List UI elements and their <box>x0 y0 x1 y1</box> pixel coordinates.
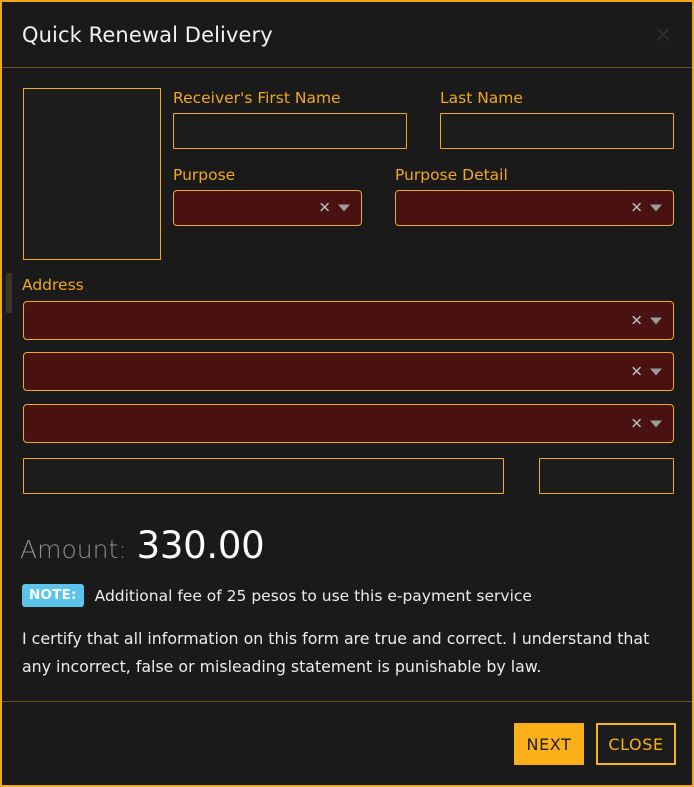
purpose-dropdown[interactable]: ✕ <box>173 190 362 226</box>
amount-row: Amount: 330.00 <box>20 524 265 567</box>
next-button[interactable]: NEXT <box>514 723 584 765</box>
x-clear-icon[interactable]: ✕ <box>630 416 643 431</box>
note-badge: NOTE: <box>22 584 84 607</box>
dialog-body: Receiver's First Name Last Name Purpose … <box>2 69 692 703</box>
purpose-detail-dropdown[interactable]: ✕ <box>395 190 674 226</box>
dialog-footer: NEXT CLOSE <box>2 701 692 785</box>
close-icon[interactable]: ✕ <box>652 24 674 46</box>
x-clear-icon[interactable]: ✕ <box>630 313 643 328</box>
chevron-down-icon[interactable] <box>650 420 662 427</box>
address-barangay-dropdown[interactable]: ✕ <box>23 404 674 443</box>
chevron-down-icon[interactable] <box>650 368 662 375</box>
first-name-input[interactable] <box>173 113 407 149</box>
amount-label: Amount: <box>20 535 127 564</box>
certification-text: I certify that all information on this f… <box>22 629 650 676</box>
note-text: Additional fee of 25 pesos to use this e… <box>94 586 532 605</box>
address-label: Address <box>22 276 84 294</box>
quick-renewal-delivery-dialog: Quick Renewal Delivery ✕ Receiver's Firs… <box>0 0 694 787</box>
x-clear-icon[interactable]: ✕ <box>318 200 331 216</box>
street-input[interactable] <box>23 458 504 494</box>
x-clear-icon[interactable]: ✕ <box>630 200 643 216</box>
last-name-input[interactable] <box>440 113 674 149</box>
note-row: NOTE: Additional fee of 25 pesos to use … <box>22 584 532 607</box>
chevron-down-icon[interactable] <box>650 317 662 324</box>
zip-code-input[interactable] <box>539 458 674 494</box>
address-province-dropdown[interactable]: ✕ <box>23 301 674 340</box>
dialog-title: Quick Renewal Delivery <box>22 23 273 47</box>
close-button[interactable]: CLOSE <box>596 723 676 765</box>
last-name-label: Last Name <box>440 89 523 107</box>
first-name-label: Receiver's First Name <box>173 89 341 107</box>
amount-value: 330.00 <box>136 524 265 567</box>
purpose-detail-label: Purpose Detail <box>395 166 508 184</box>
address-city-dropdown[interactable]: ✕ <box>23 352 674 391</box>
x-clear-icon[interactable]: ✕ <box>630 364 643 379</box>
chevron-down-icon[interactable] <box>338 204 350 212</box>
chevron-down-icon[interactable] <box>650 204 662 212</box>
dialog-titlebar: Quick Renewal Delivery ✕ <box>2 2 692 68</box>
purpose-label: Purpose <box>173 166 236 184</box>
receiver-photo-placeholder[interactable] <box>23 88 161 260</box>
